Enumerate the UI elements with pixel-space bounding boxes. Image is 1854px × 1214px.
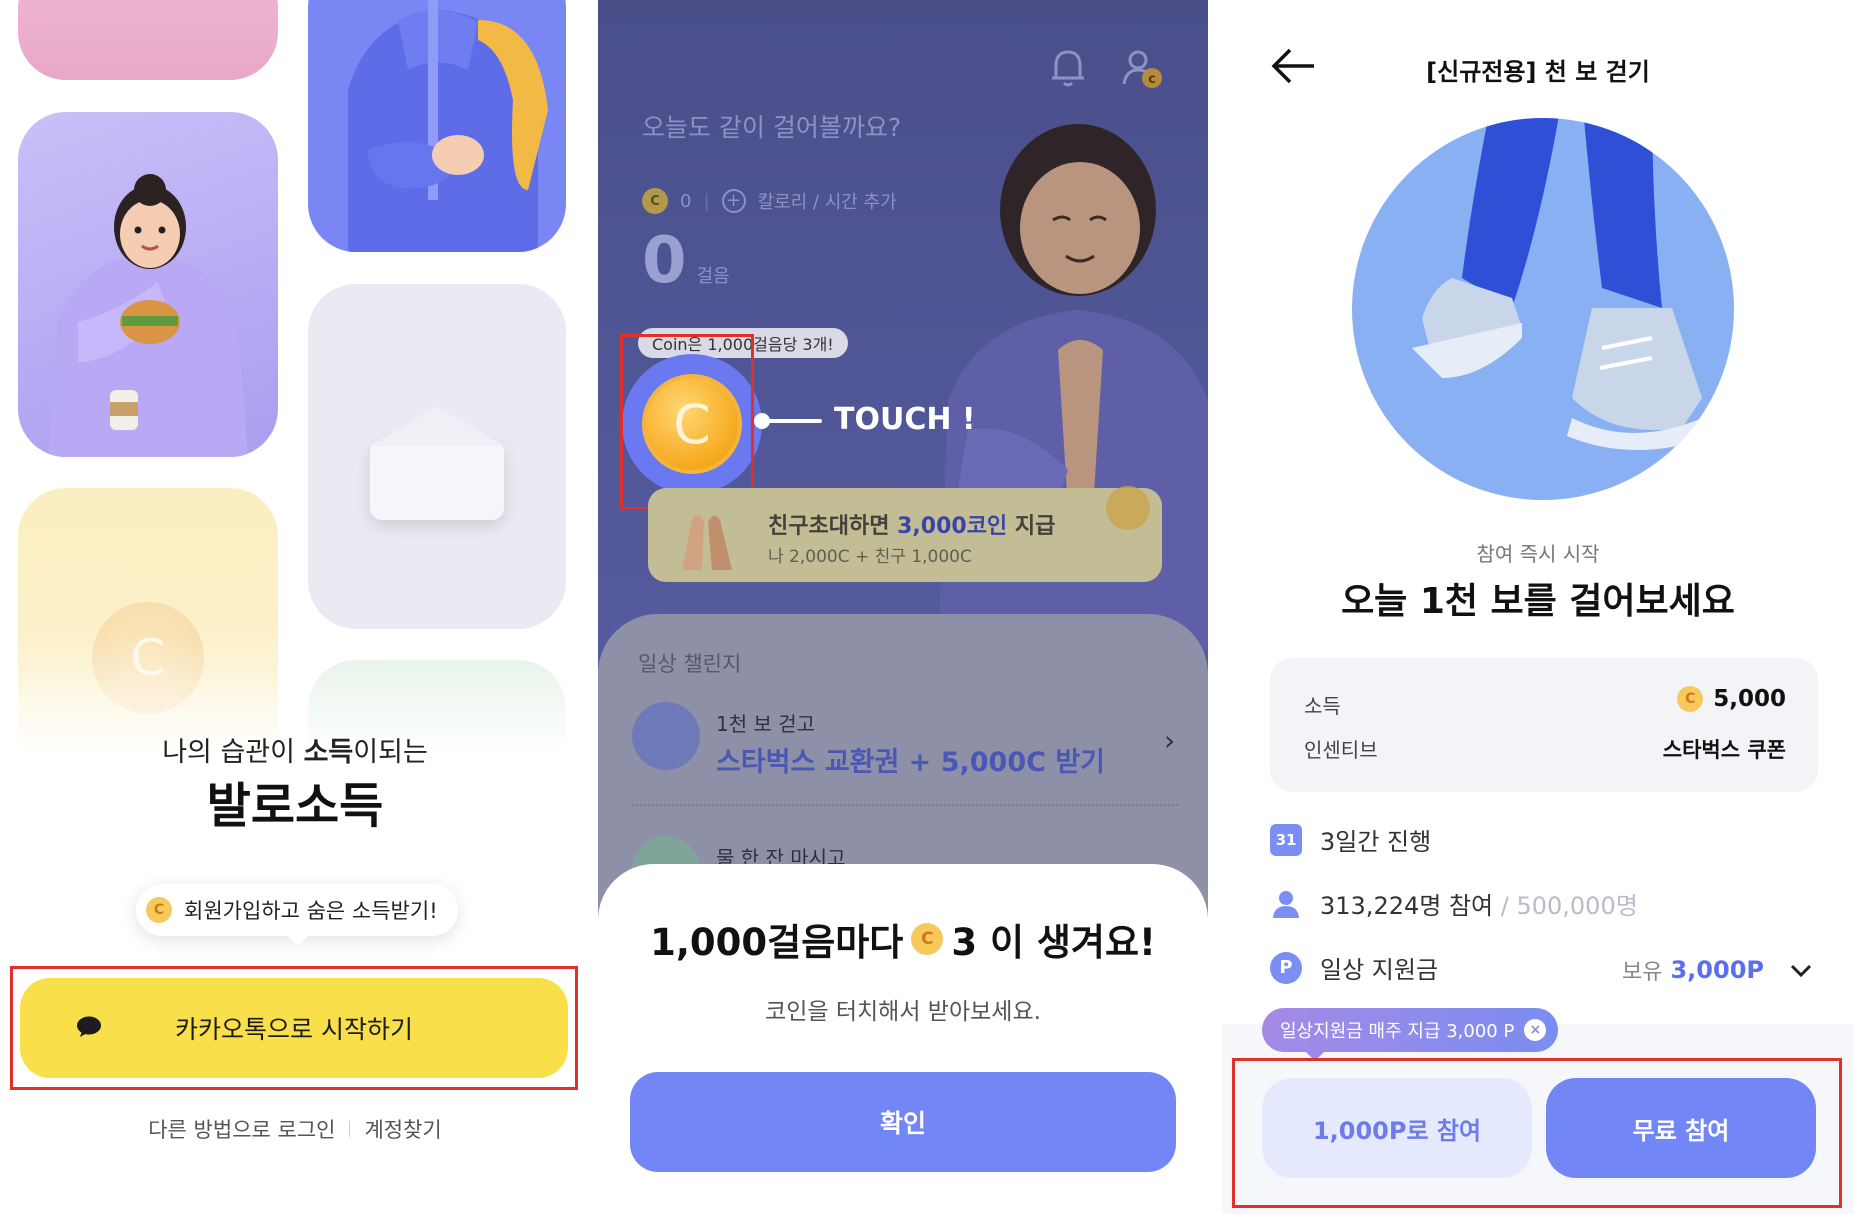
- sheet-subtitle: 코인을 터치해서 받아보세요.: [765, 999, 1041, 1025]
- signup-tooltip: C 회원가입하고 숨은 소득받기!: [136, 884, 458, 946]
- brand-title: 발로소득: [206, 778, 384, 834]
- walking-shoe-thumbnail: [632, 702, 700, 770]
- challenge-detail-screen: [신규전용] 천 보 걷기 참여 즉시 시작 오늘 1천 보를 걸어보세요 소득…: [1222, 0, 1854, 1214]
- add-calorie-link[interactable]: 칼로리 / 시간 추가: [758, 188, 897, 214]
- add-icon[interactable]: +: [721, 189, 746, 213]
- participants-row: 313,224명 참여 / 500,000명: [1270, 886, 1638, 921]
- home-screen: c 오늘도 같이 걸어볼까요? C 0 | + 칼로리 / 시간 추가 0 걸음…: [598, 0, 1208, 1214]
- challenge-reward[interactable]: 스타벅스 교환권 + 5,000C 받기: [716, 740, 1105, 779]
- coin-icon: C: [642, 188, 668, 214]
- coin-status-row: C 0 | + 칼로리 / 시간 추가: [642, 188, 897, 214]
- high-five-icon: [682, 515, 732, 570]
- invite-title: 친구초대하면 3,000코인 지급: [768, 514, 1056, 539]
- chevron-down-icon: [1790, 964, 1812, 978]
- kakao-start-button[interactable]: 카카오톡으로 시작하기: [20, 978, 568, 1078]
- pink-card: [18, 0, 278, 80]
- find-account-link[interactable]: 계정찾기: [364, 1114, 441, 1144]
- person-icon: [1273, 890, 1299, 918]
- promo-tooltip: 일상지원금 매주 지급 3,000 P ×: [1262, 1008, 1559, 1061]
- svg-text:c: c: [1148, 72, 1156, 87]
- hold-value: 3,000P: [1670, 956, 1764, 984]
- tagline: 나의 습관이 소득이되는: [162, 737, 428, 768]
- invite-subtitle: 나 2,000C + 친구 1,000C: [768, 547, 972, 567]
- income-value: C 5,000: [1677, 686, 1786, 712]
- step-unit: 걸음: [696, 266, 730, 287]
- backpack-character-illustration: [348, 0, 548, 252]
- incentive-value: 스타벅스 쿠폰: [1662, 738, 1786, 762]
- coin-icon: C: [1677, 686, 1704, 712]
- reward-info-box: [1270, 658, 1818, 792]
- confirm-button[interactable]: 확인: [630, 1072, 1176, 1172]
- highlight-box: [620, 334, 754, 510]
- incentive-label: 인센티브: [1304, 738, 1378, 762]
- divider: [632, 804, 1178, 806]
- calendar-icon: 31: [1270, 823, 1302, 856]
- walking-hero-image: [1352, 118, 1734, 500]
- touch-label: TOUCH !: [834, 402, 976, 437]
- page-title: [신규전용] 천 보 걷기: [1426, 58, 1650, 86]
- coin-icon: [1106, 486, 1150, 530]
- greeting-question: 오늘도 같이 걸어볼까요?: [642, 113, 902, 142]
- login-screen: C 나의 습관이 소득이되는 발로소득 C 회원가입하고 숨은 소득받기! 카카…: [0, 0, 590, 1214]
- coin-icon: C: [146, 897, 172, 923]
- income-label: 소득: [1304, 694, 1341, 718]
- chevron-right-icon[interactable]: ›: [1164, 724, 1175, 757]
- pointer-line: [760, 419, 822, 423]
- join-free-button[interactable]: 무료 참여: [1546, 1078, 1816, 1178]
- burger-character-card: [18, 112, 278, 457]
- challenge-section-title: 일상 챌린지: [638, 652, 742, 676]
- kakao-start-label: 카카오톡으로 시작하기: [175, 1015, 413, 1044]
- participants-max: / 500,000명: [1493, 892, 1638, 920]
- backpack-character-card: [308, 0, 566, 252]
- start-kicker: 참여 즉시 시작: [1476, 542, 1600, 566]
- duration-text: 3일간 진행: [1320, 828, 1432, 856]
- tooltip-text: 회원가입하고 숨은 소득받기!: [184, 899, 438, 923]
- walking-legs-illustration: [1412, 118, 1707, 451]
- step-count: 0: [642, 224, 687, 298]
- profile-coin-icon[interactable]: c: [1120, 46, 1164, 90]
- other-login-link[interactable]: 다른 방법으로 로그인: [148, 1114, 335, 1144]
- speech-bubble-icon: [77, 1016, 101, 1037]
- challenge-headline: 오늘 1천 보를 걸어보세요: [1341, 581, 1735, 622]
- points-balance[interactable]: 보유 3,000P: [1622, 954, 1816, 986]
- join-with-points-button[interactable]: 1,000P로 참여: [1262, 1078, 1532, 1178]
- promo-text: 일상지원금 매주 지급 3,000 P: [1280, 1021, 1515, 1042]
- support-label: 일상 지원금: [1320, 956, 1439, 984]
- coin-count: 0: [680, 190, 692, 212]
- points-icon: P: [1270, 951, 1302, 984]
- challenge-name: 1천 보 걷고: [716, 712, 816, 736]
- step-counter: 0 걸음: [642, 224, 730, 298]
- close-icon[interactable]: ×: [1524, 1019, 1547, 1041]
- divider: [349, 1121, 351, 1137]
- sheet-title: 1,000걸음마다 C 3 이 생겨요!: [650, 921, 1156, 964]
- alt-login-links: 다른 방법으로 로그인 계정찾기: [0, 1114, 590, 1144]
- envelope-icon: [370, 406, 504, 520]
- duration-row: 31 3일간 진행: [1270, 822, 1431, 857]
- bell-icon[interactable]: [1048, 46, 1088, 90]
- support-row: P 일상 지원금: [1270, 950, 1438, 985]
- participants-count: 313,224명 참여: [1320, 892, 1494, 920]
- hold-label: 보유: [1622, 960, 1663, 985]
- coin-icon: C: [911, 923, 944, 955]
- burger-character-illustration: [48, 174, 248, 457]
